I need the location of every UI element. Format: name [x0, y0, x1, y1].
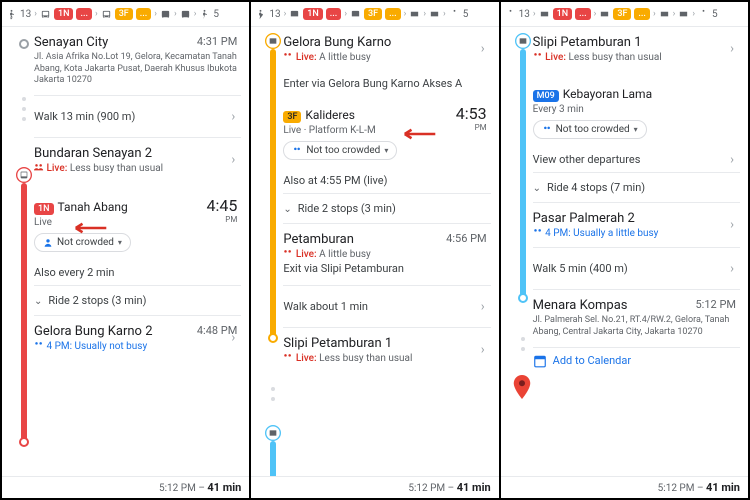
crowd-icon	[34, 341, 44, 352]
walk-icon	[698, 9, 709, 20]
crowd-button[interactable]: Not crowded▾	[34, 233, 131, 252]
transit-line-red	[21, 183, 27, 443]
route-more: ...	[76, 8, 92, 20]
frequency: Every 3 min	[533, 104, 740, 115]
bus-icon	[180, 9, 191, 20]
bus-stop-dot	[265, 33, 281, 49]
bus-stop-dot	[16, 167, 32, 183]
bus-icon	[539, 9, 550, 20]
route-summary-header: 13 › 1N... › 3F... › › ›5	[251, 2, 498, 27]
directions-pane-2: 13 › 1N... › 3F... › › ›5 Gelora Bung Ka…	[251, 2, 498, 498]
bus-stop-dot	[515, 33, 531, 49]
bus-icon	[429, 9, 440, 20]
depart-time: 4:31 PM	[197, 35, 237, 48]
view-departures-row[interactable]: View other departures›	[533, 147, 740, 173]
route-row: 1N Tanah Abang Live 4:45PM Not crowded▾	[34, 182, 241, 260]
transit-line-amber	[270, 49, 276, 339]
annotation-arrow	[403, 126, 437, 140]
chevron-right-icon: ›	[231, 153, 235, 168]
directions-pane-3: 13 › 1N... › 3F... › › ›5 Slipi Petambur…	[501, 2, 748, 498]
alight-stop-row[interactable]: Petamburan Live: A little busy Exit via …	[283, 224, 490, 286]
bus-icon	[289, 9, 300, 20]
timeline	[16, 27, 30, 498]
crowd-icon	[283, 52, 293, 63]
alight-stop-row[interactable]: Gelora Bung Karno 2 4 PM: Usually not bu…	[34, 316, 241, 360]
bus-icon	[40, 9, 51, 20]
walk-min: 13	[20, 9, 31, 20]
route-dest: Tanah Abang	[57, 200, 127, 214]
walk-icon	[449, 9, 460, 20]
route-row: 3F Kalideres Live · Platform K-L-M 4:53P…	[283, 96, 490, 168]
add-to-calendar-button[interactable]: Add to Calendar	[533, 348, 740, 374]
ride-expand[interactable]: ⌄Ride 2 stops (3 min)	[283, 194, 490, 224]
exit-info: Exit via Slipi Petamburan	[283, 260, 490, 277]
crowd-button[interactable]: Not too crowded▾	[533, 120, 647, 139]
origin-row[interactable]: Senayan City Jl. Asia Afrika No.Lot 19, …	[34, 27, 241, 96]
board-stop-row[interactable]: Slipi Petamburan 1 Live: Less busy than …	[533, 27, 740, 71]
bus-icon	[160, 9, 171, 20]
ride-expand[interactable]: ⌄Ride 4 stops (7 min)	[533, 173, 740, 203]
route-badge-3f: 3F	[115, 8, 133, 20]
board-stop-row[interactable]: Gelora Bung Karno Live: A little busy ›	[283, 27, 490, 71]
origin-address: Jl. Asia Afrika No.Lot 19, Gelora, Kecam…	[34, 52, 241, 87]
route-summary-header: 13 › 1N... › 3F... › › ›5	[2, 2, 249, 27]
bus-icon	[101, 9, 112, 20]
caret-down-icon: ▾	[118, 238, 122, 247]
directions-pane-1: 13 › 1N... › 3F... › › ›5 Senayan City J…	[2, 2, 249, 498]
crowd-button[interactable]: Not too crowded▾	[283, 141, 397, 160]
walk-step[interactable]: Walk 13 min (900 m)›	[34, 96, 241, 138]
frequency-row: Also every 2 min	[34, 260, 241, 286]
bus-icon	[350, 9, 361, 20]
route-badge: 1N	[34, 203, 54, 215]
board-stop-row[interactable]: Bundaran Senayan 2 Live: Less busy than …	[34, 138, 241, 182]
bus-icon	[409, 9, 420, 20]
transit-line-blue	[520, 49, 526, 299]
entrance-info: Enter via Gelora Bung Karno Akses A	[283, 71, 490, 96]
ride-expand[interactable]: ⌄Ride 2 stops (3 min)	[34, 286, 241, 316]
chevron-right-icon: ›	[34, 9, 37, 19]
bus-icon	[599, 9, 610, 20]
transit-line-blue	[270, 441, 276, 481]
bus-stop-dot	[265, 425, 281, 441]
walk-icon	[199, 9, 210, 20]
route-badge-1n: 1N	[54, 8, 74, 20]
annotation-arrow	[74, 220, 108, 234]
footer: 5:12 PM – 41 min	[2, 476, 249, 498]
alight-stop-row[interactable]: Pasar Palmerah 2 4 PM: Usually a little …	[533, 203, 740, 248]
crowd-icon	[34, 163, 44, 174]
chevron-right-icon: ›	[231, 109, 235, 124]
origin-dot	[19, 39, 29, 49]
walk-icon	[255, 9, 266, 20]
route-row: M09 Kebayoran Lama Every 3 min Not too c…	[533, 71, 740, 147]
walk-icon	[505, 9, 516, 20]
stop-name: Bundaran Senayan 2	[34, 146, 241, 161]
stop-dot	[19, 437, 29, 447]
destination-pin-icon	[513, 375, 531, 399]
destination-row[interactable]: Menara Kompas Jl. Palmerah Sel. No.21, R…	[533, 290, 740, 347]
chevron-down-icon: ⌄	[34, 296, 42, 307]
also-at-row: Also at 4:55 PM (live)	[283, 168, 490, 194]
walk-step[interactable]: Walk 5 min (400 m)›	[533, 248, 740, 290]
walk-step[interactable]: Walk about 1 min›	[283, 286, 490, 328]
board-stop-row[interactable]: Slipi Petamburan 1 Live: Less busy than …	[283, 328, 490, 372]
walk-icon	[6, 9, 17, 20]
route-summary-header: 13 › 1N... › 3F... › › ›5	[501, 2, 748, 27]
bus-icon	[678, 9, 689, 20]
bus-icon	[659, 9, 670, 20]
